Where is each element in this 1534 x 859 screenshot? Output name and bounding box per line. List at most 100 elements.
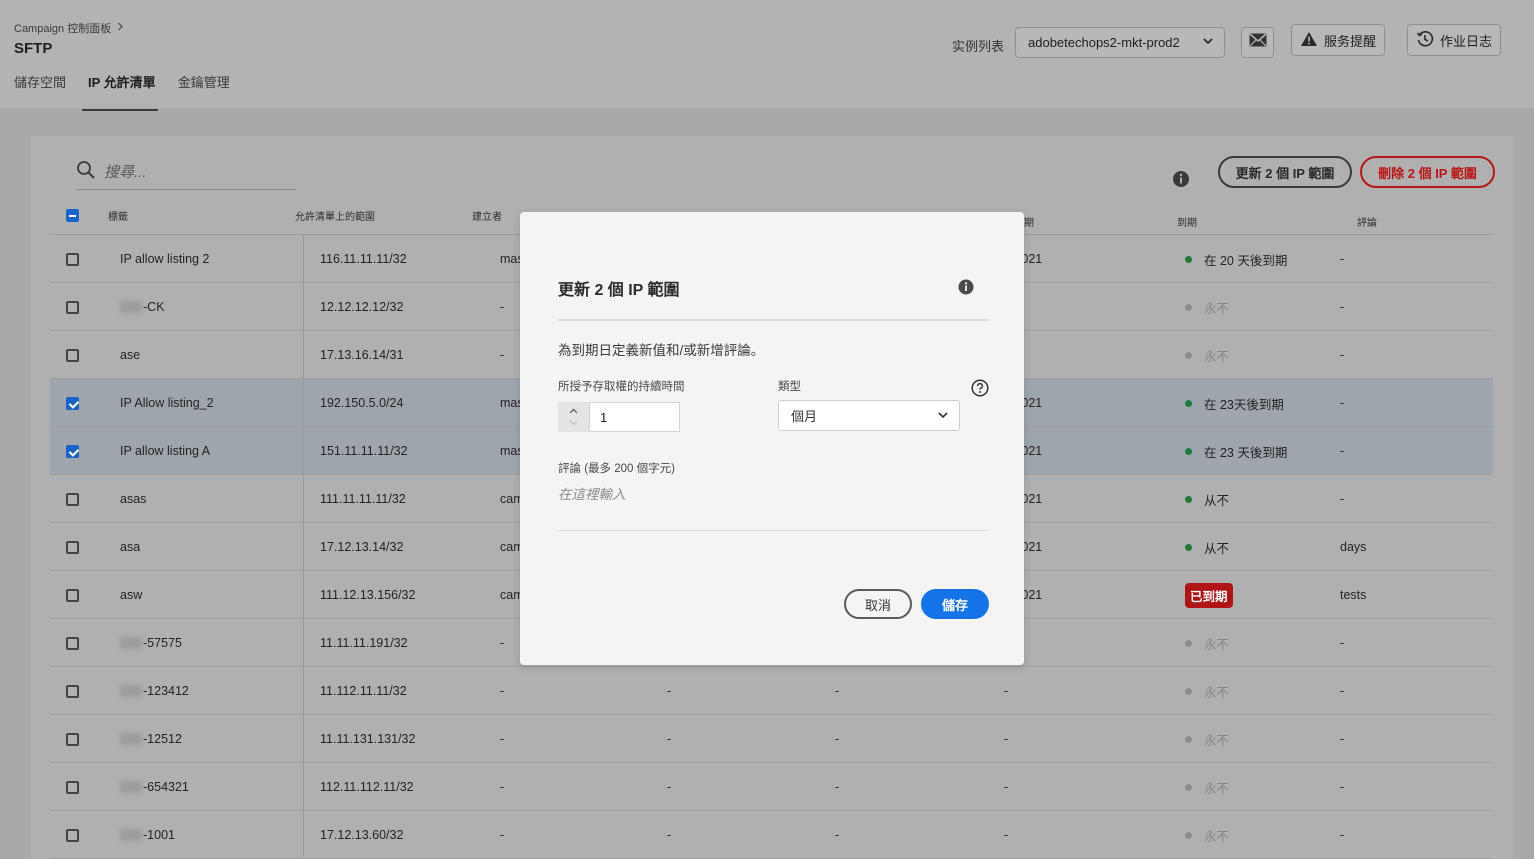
stepper-buttons[interactable] [558,402,589,432]
row-col4: - [667,667,671,715]
mail-button[interactable] [1241,27,1274,58]
delete-ranges-button[interactable]: 刪除 2 個 IP 範圍 [1360,156,1495,188]
update-ranges-button[interactable]: 更新 2 個 IP 範圍 [1218,156,1352,188]
redacted-text [120,637,142,649]
row-checkbox-box[interactable] [66,540,79,554]
row-creator-text: - [500,828,505,842]
comment-input[interactable]: 在這裡輸入 [558,483,626,503]
row-checkbox-box[interactable] [66,636,79,650]
row-checkbox[interactable] [66,571,79,619]
chevron-down-icon [937,409,949,424]
row-comment-text: - [1340,396,1345,410]
job-log-button[interactable]: 作业日志 [1407,24,1502,56]
tab-key-management[interactable]: 金鑰管理 [178,72,230,111]
row-label: -123412 [120,667,189,715]
save-button[interactable]: 儲存 [921,589,989,619]
row-comment: - [1340,283,1344,331]
row-checkbox[interactable] [66,331,79,379]
help-icon[interactable] [971,379,989,402]
col-header-date[interactable]: 期 [1024,214,1034,229]
row-checkbox[interactable] [66,523,79,571]
row-checkbox[interactable] [66,715,79,763]
expiry-text: 从不 [1204,493,1230,508]
row-label-text: -57575 [143,636,182,650]
row-date-text: - [1004,780,1009,794]
table-row[interactable]: -12512 11.11.131.131/32 - - - - 永不 - [50,715,1493,763]
redacted-text [120,685,142,697]
mail-icon [1249,33,1267,52]
chevron-up-icon[interactable] [569,405,578,417]
info-icon[interactable] [958,279,974,300]
redacted-text [120,829,142,841]
col-header-comment[interactable]: 評論 [1357,214,1377,229]
row-checkbox-box[interactable] [66,348,79,362]
row-checkbox-box[interactable] [66,300,79,314]
row-checkbox-box[interactable] [66,828,79,842]
row-comment-text: - [1340,252,1345,266]
breadcrumb[interactable]: Campaign 控制面板 [14,20,124,36]
column-divider [303,235,304,283]
cancel-button[interactable]: 取消 [844,589,912,619]
row-checkbox[interactable] [66,811,79,859]
row-comment-text: days [1340,540,1367,554]
row-checkbox-box[interactable] [66,252,79,266]
row-checkbox[interactable] [66,667,79,715]
table-row[interactable]: -654321 112.11.112.11/32 - - - - 永不 - [50,763,1493,811]
status-dot-icon [1185,639,1192,647]
table-row[interactable]: -123412 11.112.11.11/32 - - - - 永不 - [50,667,1493,715]
row-checkbox-box[interactable] [66,444,79,458]
row-comment-text: - [1340,300,1345,314]
expiry-text: 永不 [1204,685,1230,700]
select-all-checkbox-box[interactable] [66,209,79,222]
row-comment: - [1340,811,1344,859]
row-checkbox[interactable] [66,763,79,811]
status-dot-icon [1185,495,1192,503]
breadcrumb-link[interactable]: Campaign 控制面板 [14,20,111,36]
row-checkbox[interactable] [66,283,79,331]
dialog-divider [558,319,989,321]
row-checkbox-box[interactable] [66,492,79,506]
row-checkbox[interactable] [66,475,79,523]
row-checkbox-box[interactable] [66,588,79,602]
row-creator: - [500,331,504,379]
select-all-checkbox[interactable] [66,209,79,222]
col-header-expiry[interactable]: 到期 [1177,214,1197,229]
col-header-label[interactable]: 標籤 [108,208,128,223]
row-col4-text: - [667,828,672,842]
row-checkbox[interactable] [66,379,79,427]
column-divider [303,763,304,811]
row-comment: - [1340,475,1344,523]
search-box[interactable] [76,156,296,190]
row-expiry: 永不 [1185,331,1229,379]
type-select[interactable]: 個月 [778,400,960,431]
instance-select[interactable]: adobetechops2-mkt-prod2 [1015,27,1225,58]
col-header-range[interactable]: 允許清單上的範圍 [295,208,375,223]
row-checkbox-box[interactable] [66,396,79,410]
redacted-text [120,781,142,793]
table-row[interactable]: -1001 17.12.13.60/32 - - - - 永不 - [50,811,1493,859]
row-col4-text: - [667,684,672,698]
row-range-text: 17.12.13.14/32 [320,540,404,554]
row-checkbox[interactable] [66,619,79,667]
service-alerts-label: 服务提醒 [1324,33,1377,49]
row-label: IP allow listing A [120,427,210,475]
chevron-down-icon[interactable] [569,417,578,429]
row-checkbox-box[interactable] [66,684,79,698]
row-checkbox-box[interactable] [66,732,79,746]
info-icon[interactable] [1172,170,1190,193]
duration-stepper[interactable]: 1 [558,402,680,432]
row-range: 17.12.13.60/32 [320,811,403,859]
row-checkbox[interactable] [66,427,79,475]
tab-ip-allow-list[interactable]: IP 允許清單 [82,72,158,111]
row-checkbox-box[interactable] [66,780,79,794]
expiry-text: 永不 [1204,733,1230,748]
duration-input[interactable]: 1 [589,402,680,432]
row-date-text: - [1004,684,1009,698]
service-alerts-button[interactable]: 服务提醒 [1291,24,1386,56]
col-header-creator[interactable]: 建立者 [472,208,502,223]
row-col5: - [835,715,839,763]
tab-storage[interactable]: 儲存空間 [14,72,66,111]
row-checkbox[interactable] [66,235,79,283]
row-date: - [1004,667,1008,715]
search-input[interactable] [104,164,284,181]
